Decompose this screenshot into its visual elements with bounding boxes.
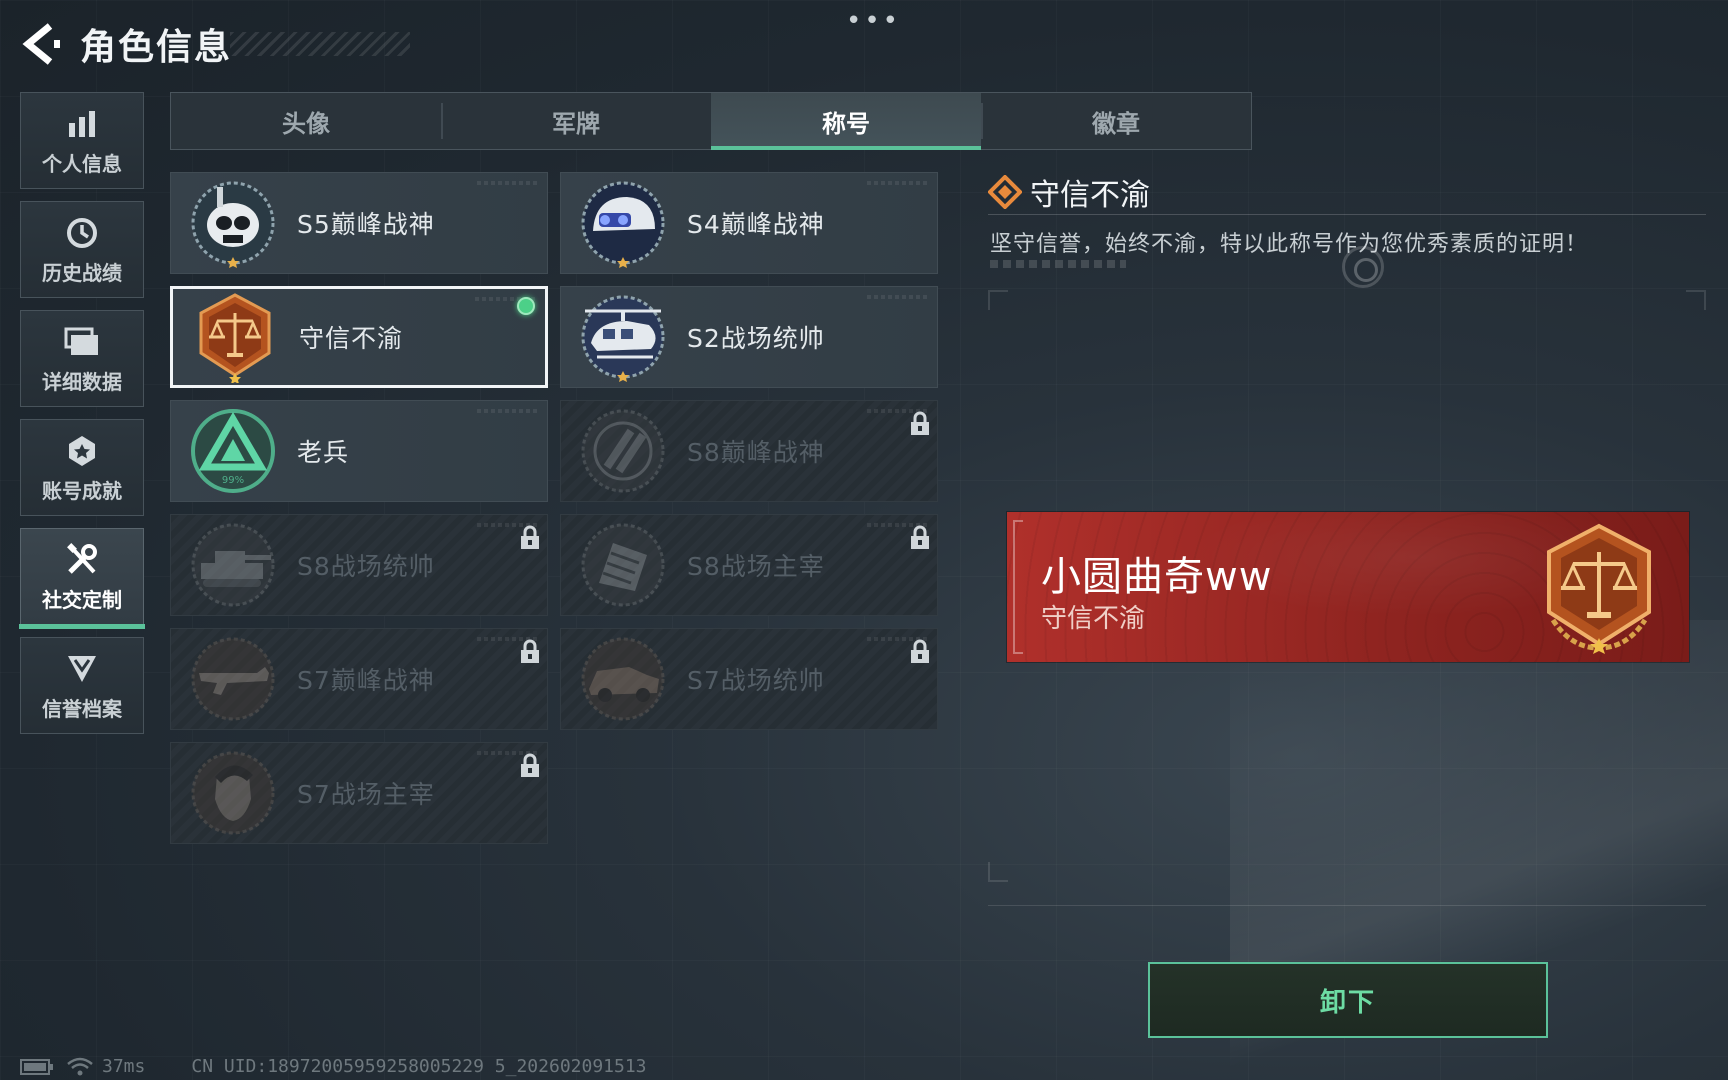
title-name: S8战场主宰 [687,552,825,581]
frame-corner [988,862,1008,882]
title-card-locked[interactable]: S7战场统帅 [560,628,938,730]
soldier-portrait-emblem-icon [187,747,279,839]
veteran-triangle-emblem-icon: 99% [187,405,279,497]
tab-badge[interactable]: 徽章 [981,93,1251,149]
tab-dog-tag[interactable]: 军牌 [441,93,711,149]
tools-icon [64,540,100,580]
sidebar-item-achievements[interactable]: 账号成就 [20,419,144,516]
tab-avatar[interactable]: 头像 [171,93,441,149]
lock-icon [911,639,929,663]
slash-stripes-emblem-icon [577,405,669,497]
title-name: S4巅峰战神 [687,210,825,239]
rifle-emblem-icon [187,633,279,725]
back-arrow-icon [22,23,60,65]
diamond-title-icon [988,175,1022,209]
title-card-locked[interactable]: S7巅峰战神 [170,628,548,730]
detail-header: 守信不渝 [988,170,1150,214]
title-name: 老兵 [297,438,350,467]
shield-chevron-icon [65,649,99,689]
title-name: S7巅峰战神 [297,666,435,695]
lock-icon [911,411,929,435]
ping-value: 37ms [102,1056,146,1077]
more-menu-dots[interactable]: ••• [846,6,901,36]
preview-bracket [1013,520,1023,654]
tab-title[interactable]: 称号 [711,93,981,150]
detail-divider [988,214,1706,215]
page-title: 角色信息 [80,27,233,68]
diver-skull-emblem-icon [187,177,279,269]
sidebar-item-label: 账号成就 [42,479,122,503]
target-ring-icon [1342,246,1384,288]
title-preview-banner: 小圆曲奇ww 守信不渝 [1007,512,1689,662]
title-card-locked[interactable]: S8战场统帅 [170,514,548,616]
sidebar-item-label: 信誉档案 [42,697,122,721]
unequip-button[interactable]: 卸下 [1148,962,1548,1038]
sidebar-item-label: 历史战绩 [42,261,122,285]
sidebar-item-social-custom[interactable]: 社交定制 [19,528,145,629]
sidebar-item-label: 个人信息 [42,152,122,176]
folder-icon [64,322,100,362]
title-decoration-hatch [230,32,410,56]
title-card-locked[interactable]: S8战场主宰 [560,514,938,616]
lock-icon [911,525,929,549]
sidebar-item-label: 社交定制 [42,588,122,612]
title-name: S7战场统帅 [687,666,825,695]
title-card[interactable]: S5巅峰战神 [170,172,548,274]
lock-icon [521,753,539,777]
title-grid: S5巅峰战神 S4巅峰战神 守信不渝 S2战场统帅 99% 老兵 S8巅峰战神 … [170,172,938,844]
wifi-icon [67,1057,93,1075]
scales-of-justice-emblem-icon [1547,523,1651,654]
preview-player-name: 小圆曲奇ww [1041,554,1273,600]
sidebar: 个人信息 历史战绩 详细数据 账号成就 社交定制 信誉档案 [19,92,145,746]
sidebar-item-detail-data[interactable]: 详细数据 [20,310,144,407]
back-button[interactable] [18,20,62,68]
title-card-locked[interactable]: S8巅峰战神 [560,400,938,502]
sidebar-item-history[interactable]: 历史战绩 [20,201,144,298]
sidebar-item-label: 详细数据 [42,370,122,394]
description-decoration [990,260,1126,268]
status-footer: 37ms CN UID:18972005959258005229 5_20260… [20,1056,647,1077]
uid-text: CN UID:18972005959258005229 5_2026020915… [191,1056,647,1077]
lock-icon [521,525,539,549]
detail-title: 守信不渝 [1030,178,1150,213]
title-name: S8战场统帅 [297,552,435,581]
history-clock-icon [65,213,99,253]
helicopter-emblem-icon [577,291,669,383]
sidebar-item-credit-record[interactable]: 信誉档案 [20,637,144,734]
achievement-star-icon [65,431,99,471]
frame-corner [1686,290,1706,310]
vehicle-emblem-icon [577,633,669,725]
frame-corner [988,290,1008,310]
title-name: S7战场主宰 [297,780,435,809]
tank-emblem-icon [187,519,279,611]
preview-title: 守信不渝 [1041,604,1146,634]
title-card-selected[interactable]: 守信不渝 [170,286,548,388]
title-card[interactable]: 99% 老兵 [170,400,548,502]
battery-icon [20,1058,53,1075]
scales-of-justice-emblem-icon [189,291,281,383]
building-emblem-icon [577,519,669,611]
sidebar-item-personal-info[interactable]: 个人信息 [20,92,144,189]
bottom-divider [988,905,1706,906]
title-name: 守信不渝 [299,324,404,353]
title-card[interactable]: S4巅峰战神 [560,172,938,274]
title-name: S2战场统帅 [687,324,825,353]
detail-description: 坚守信誉，始终不渝，特以此称号作为您优秀素质的证明！ [990,232,1589,257]
lock-icon [521,639,539,663]
category-tabs: 头像 军牌 称号 徽章 [170,92,1252,150]
veteran-badge-text: 99% [222,475,244,486]
title-card[interactable]: S2战场统帅 [560,286,938,388]
title-card-locked[interactable]: S7战场主宰 [170,742,548,844]
title-name: S8巅峰战神 [687,438,825,467]
helmet-nvg-emblem-icon [577,177,669,269]
bar-chart-icon [65,104,99,144]
equipped-indicator-icon [517,297,535,315]
title-name: S5巅峰战神 [297,210,435,239]
